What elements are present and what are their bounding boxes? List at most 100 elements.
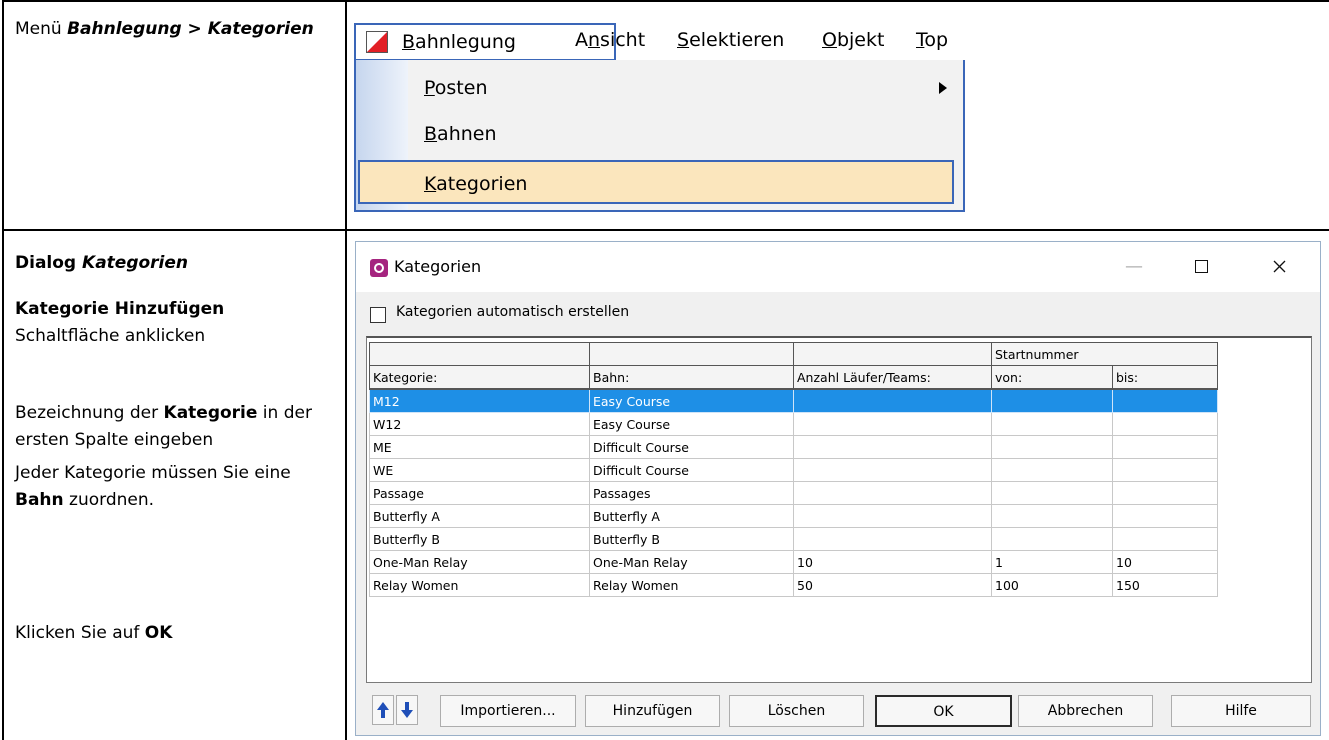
table-header-group-row: Startnummer: [369, 342, 1218, 366]
cell-anzahl[interactable]: 10: [793, 550, 992, 574]
cell-anzahl[interactable]: [793, 388, 992, 413]
cell-bis[interactable]: [1112, 412, 1218, 436]
table-row[interactable]: Butterfly A Butterfly A: [369, 504, 1218, 528]
delete-button[interactable]: Löschen: [729, 695, 864, 727]
menu-ansicht[interactable]: Ansicht: [565, 23, 655, 57]
cell-bahn[interactable]: One-Man Relay: [589, 550, 794, 574]
cell-von[interactable]: [991, 412, 1113, 436]
step1-rest-text: Schaltfläche anklicken: [15, 326, 206, 346]
table-row[interactable]: Relay Women Relay Women 50 100 150: [369, 573, 1218, 597]
header-empty-2: [589, 342, 794, 366]
cell-bis[interactable]: 10: [1112, 550, 1218, 574]
menu-item-bahnen-label: Bahnen: [424, 123, 497, 145]
menu-item-bahnen[interactable]: Bahnen: [424, 112, 497, 156]
move-up-button[interactable]: [372, 695, 394, 725]
import-button[interactable]: Importieren...: [440, 695, 576, 727]
cell-kategorie[interactable]: Relay Women: [369, 573, 590, 597]
app-logo-icon: [366, 31, 388, 53]
cell-anzahl[interactable]: [793, 504, 992, 528]
step2-text-a: Bezeichnung der: [15, 403, 164, 423]
menu-item-posten-label: Posten: [424, 77, 488, 99]
cell-anzahl[interactable]: [793, 527, 992, 551]
cell-bis[interactable]: [1112, 388, 1218, 413]
cell-kategorie[interactable]: One-Man Relay: [369, 550, 590, 574]
cell-kategorie[interactable]: W12: [369, 412, 590, 436]
cell-kategorie[interactable]: Passage: [369, 481, 590, 505]
menu-selektieren-label: Selektieren: [677, 29, 785, 51]
cell-bis[interactable]: 150: [1112, 573, 1218, 597]
dialog-title: Kategorien: [394, 257, 482, 276]
instruction-dialog: Dialog Kategorien: [15, 250, 335, 277]
cell-kategorie[interactable]: Butterfly B: [369, 527, 590, 551]
maximize-button[interactable]: [1181, 252, 1221, 282]
cell-bahn[interactable]: Butterfly B: [589, 527, 794, 551]
column-header-bis[interactable]: bis:: [1112, 365, 1218, 390]
column-header-kategorie[interactable]: Kategorie:: [369, 365, 590, 390]
cell-bis[interactable]: [1112, 435, 1218, 459]
menu-dropdown: Posten Bahnen Kategorien: [354, 60, 965, 212]
cell-kategorie[interactable]: ME: [369, 435, 590, 459]
menu-selektieren[interactable]: Selektieren: [667, 23, 794, 57]
cell-bahn[interactable]: Difficult Course: [589, 435, 794, 459]
table-divider-vertical: [345, 0, 347, 740]
close-button[interactable]: [1259, 252, 1299, 282]
cell-kategorie[interactable]: Butterfly A: [369, 504, 590, 528]
cell-anzahl[interactable]: [793, 412, 992, 436]
menu-item-kategorien-label: Kategorien: [424, 173, 528, 195]
table-row[interactable]: One-Man Relay One-Man Relay 10 1 10: [369, 550, 1218, 574]
cell-anzahl[interactable]: [793, 458, 992, 482]
instruction-step-name: Bezeichnung der Kategorie in der ersten …: [15, 400, 335, 454]
cell-von[interactable]: [991, 481, 1113, 505]
column-header-von[interactable]: von:: [991, 365, 1113, 390]
cell-bahn[interactable]: Easy Course: [589, 412, 794, 436]
dialog-app-icon: [370, 259, 388, 277]
cell-kategorie[interactable]: WE: [369, 458, 590, 482]
table-row[interactable]: WE Difficult Course: [369, 458, 1218, 482]
cell-von[interactable]: [991, 388, 1113, 413]
cell-bahn[interactable]: Easy Course: [589, 388, 794, 413]
table-row[interactable]: Butterfly B Butterfly B: [369, 527, 1218, 551]
instruction-step-ok: Klicken Sie auf OK: [15, 620, 335, 647]
cell-bahn[interactable]: Passages: [589, 481, 794, 505]
cell-von[interactable]: 1: [991, 550, 1113, 574]
menu-item-kategorien[interactable]: Kategorien: [358, 160, 954, 204]
instruction-menu: Menü Bahnlegung > Kategorien: [15, 16, 335, 43]
cancel-button[interactable]: Abbrechen: [1018, 695, 1153, 727]
cell-bis[interactable]: [1112, 481, 1218, 505]
cell-von[interactable]: [991, 458, 1113, 482]
cell-von[interactable]: [991, 435, 1113, 459]
add-button[interactable]: Hinzufügen: [585, 695, 720, 727]
table-row[interactable]: W12 Easy Course: [369, 412, 1218, 436]
ok-button[interactable]: OK: [875, 695, 1012, 727]
cell-anzahl[interactable]: 50: [793, 573, 992, 597]
cell-bahn[interactable]: Difficult Course: [589, 458, 794, 482]
categories-table: Startnummer Kategorie: Bahn: Anzahl Läuf…: [369, 342, 1218, 597]
cell-bahn[interactable]: Relay Women: [589, 573, 794, 597]
table-border-top: [2, 0, 1329, 2]
column-header-bahn[interactable]: Bahn:: [589, 365, 794, 390]
cell-kategorie[interactable]: M12: [369, 388, 590, 413]
step3-text-b: zuordnen.: [63, 490, 155, 510]
cell-bahn[interactable]: Butterfly A: [589, 504, 794, 528]
menu-top-partial[interactable]: Top: [906, 23, 958, 57]
cell-von[interactable]: [991, 504, 1113, 528]
move-down-button[interactable]: [396, 695, 418, 725]
auto-create-checkbox[interactable]: [370, 307, 386, 323]
cell-von[interactable]: [991, 527, 1113, 551]
column-header-anzahl[interactable]: Anzahl Läufer/Teams:: [793, 365, 992, 390]
table-row[interactable]: M12 Easy Course: [369, 388, 1218, 413]
cell-bis[interactable]: [1112, 504, 1218, 528]
help-button[interactable]: Hilfe: [1171, 695, 1311, 727]
cell-anzahl[interactable]: [793, 481, 992, 505]
menu-item-posten[interactable]: Posten: [424, 66, 944, 110]
maximize-icon: [1194, 260, 1208, 273]
table-row[interactable]: ME Difficult Course: [369, 435, 1218, 459]
cell-anzahl[interactable]: [793, 435, 992, 459]
table-row[interactable]: Passage Passages: [369, 481, 1218, 505]
cell-bis[interactable]: [1112, 527, 1218, 551]
menu-bahnlegung-label: Bahnlegung: [402, 31, 516, 53]
minimize-button[interactable]: —: [1114, 252, 1154, 282]
cell-von[interactable]: 100: [991, 573, 1113, 597]
menu-objekt[interactable]: Objekt: [812, 23, 894, 57]
cell-bis[interactable]: [1112, 458, 1218, 482]
